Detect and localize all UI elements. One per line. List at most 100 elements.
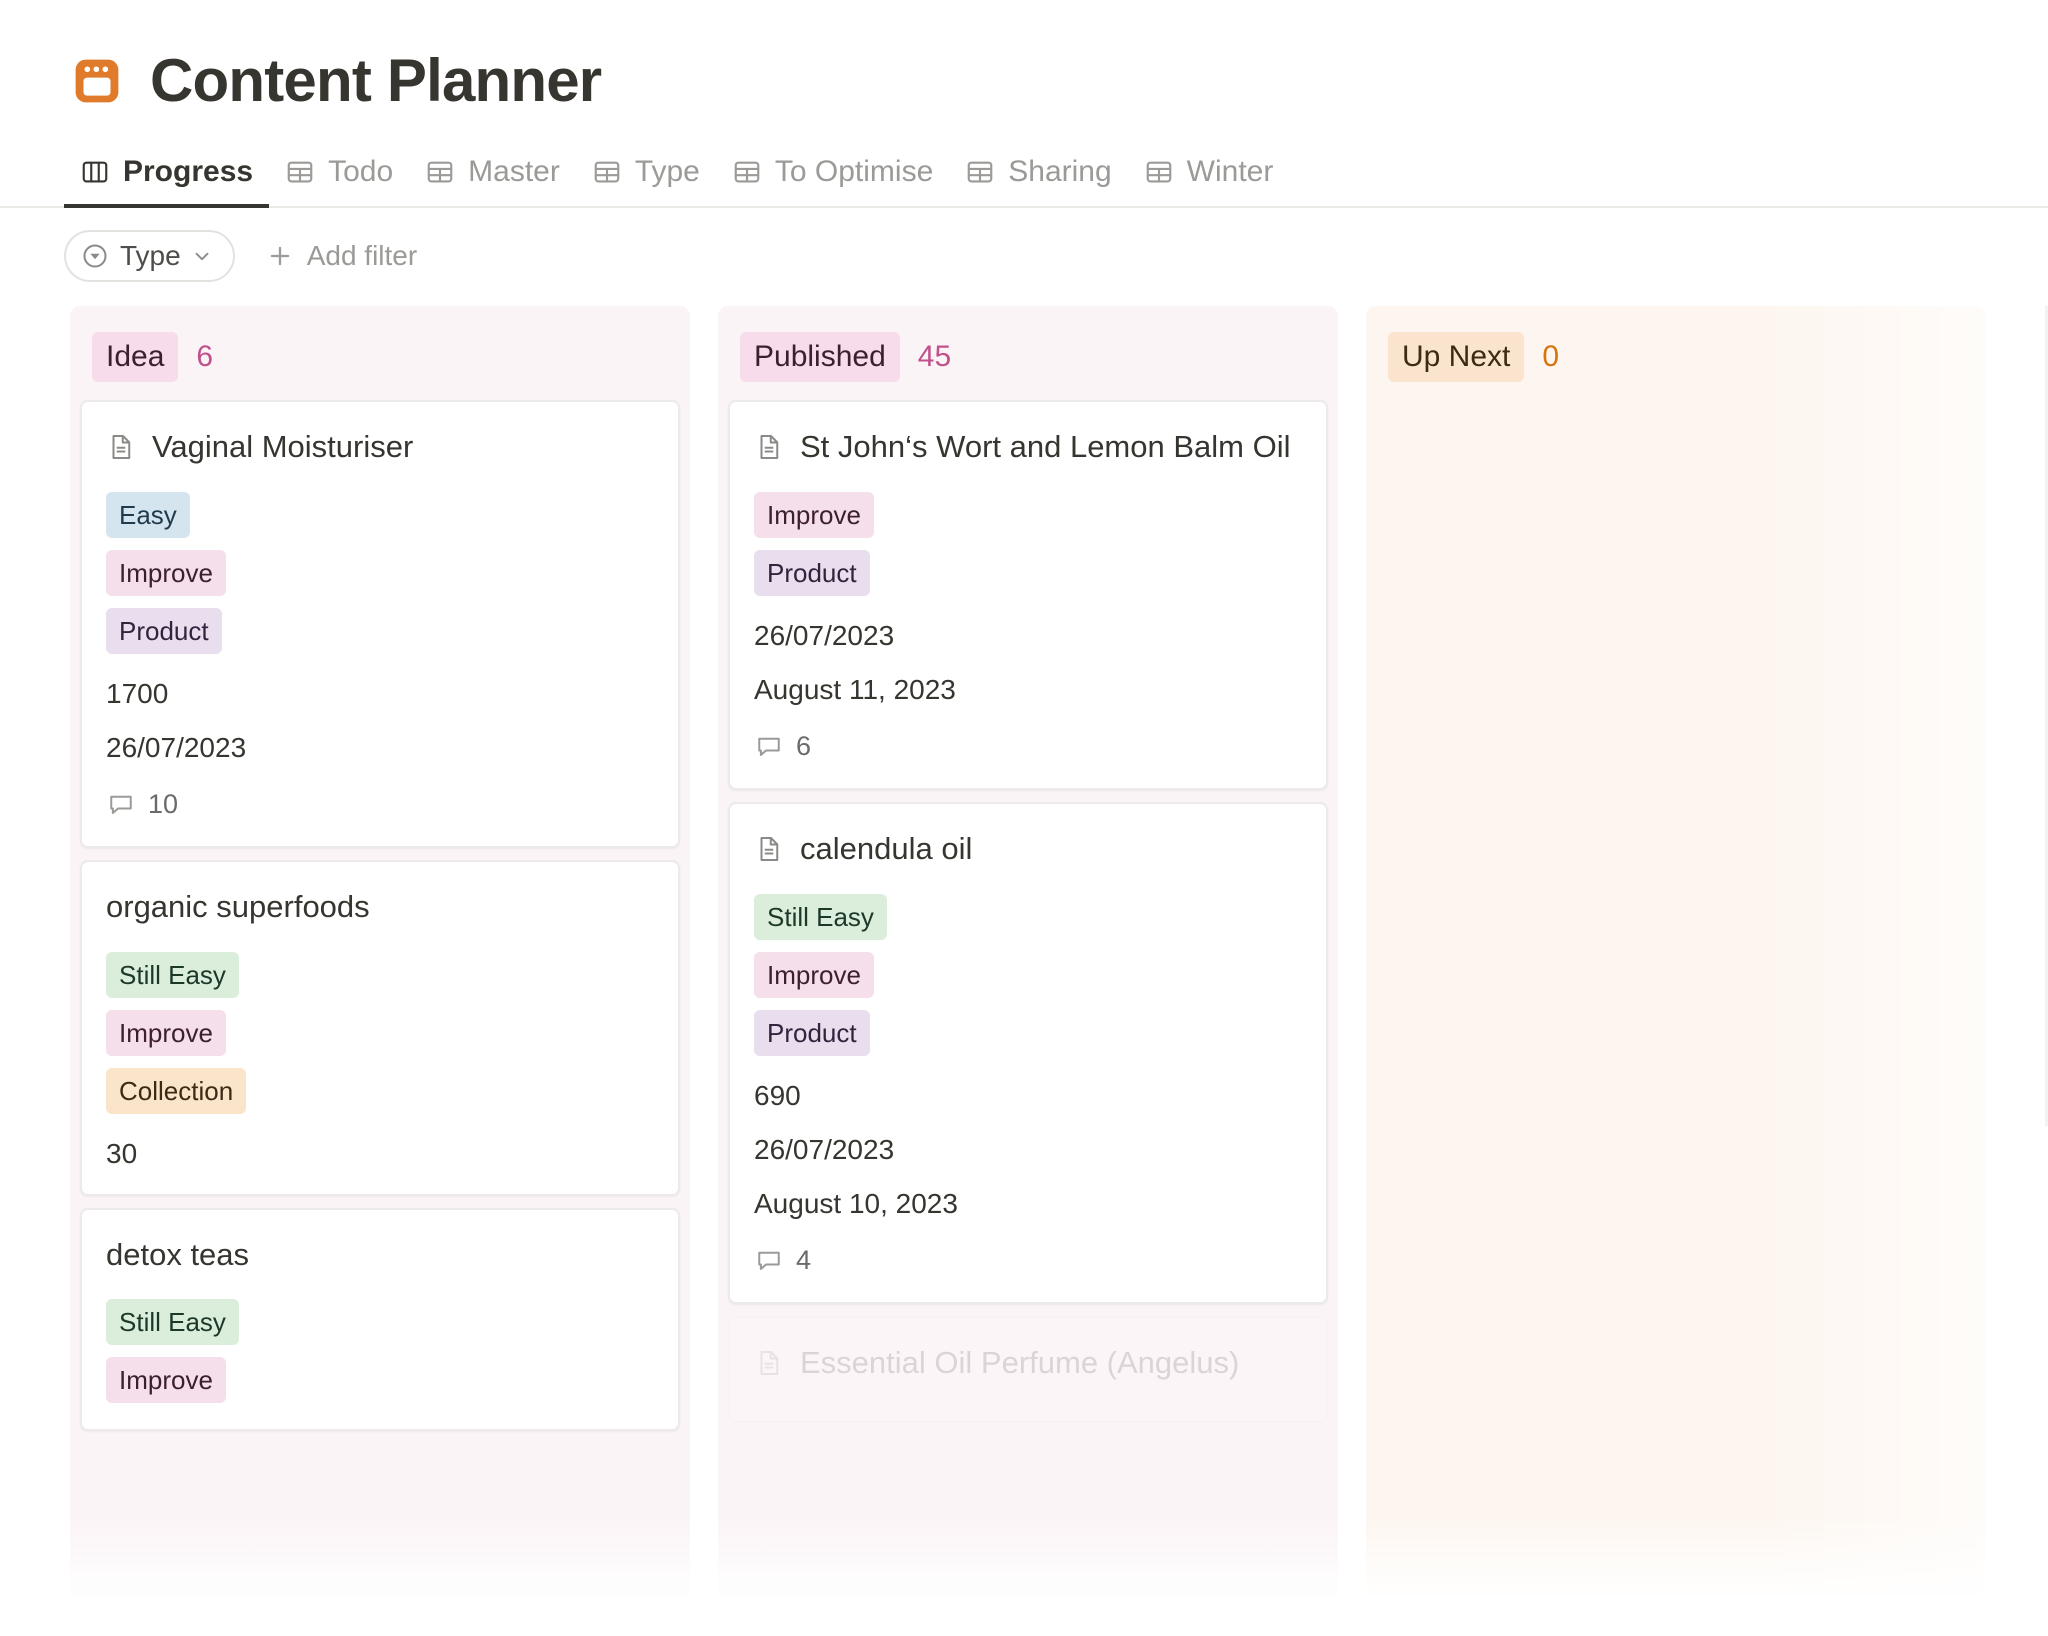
document-icon — [754, 830, 784, 864]
card-tag: Improve — [754, 491, 874, 538]
board-card[interactable]: Vaginal Moisturiser Easy Improve Product… — [80, 400, 680, 848]
card-tag-row: Still Easy — [106, 1287, 654, 1346]
card-title: St John‘s Wort and Lemon Balm Oil — [800, 429, 1291, 464]
document-icon — [754, 1344, 784, 1378]
board-card[interactable]: calendula oil Still Easy Improve Product… — [728, 801, 1328, 1304]
table-view-icon — [285, 157, 315, 187]
card-tag-row: Still Easy — [754, 882, 1302, 940]
card-property: August 11, 2023 — [754, 673, 956, 705]
table-view-icon — [425, 157, 455, 187]
board-column-published: Published 45 St John‘s Wort and Lemon Ba… — [718, 306, 1338, 1596]
board-column-idea: Idea 6 Vaginal Moisturiser Easy Improve … — [70, 306, 690, 1596]
card-tag: Improve — [106, 1357, 226, 1404]
card-tag-row: Improve — [106, 998, 654, 1056]
chevron-down-icon — [191, 245, 213, 267]
card-title-row: calendula oil — [754, 830, 1302, 868]
comment-bubble-icon — [106, 790, 136, 820]
column-header[interactable]: Idea 6 — [70, 306, 690, 400]
card-property: 30 — [106, 1137, 138, 1169]
card-comment-count[interactable]: 4 — [754, 1246, 1302, 1276]
card-tag: Product — [754, 549, 870, 596]
card-tag-row: Improve — [106, 538, 654, 596]
kanban-board: Idea 6 Vaginal Moisturiser Easy Improve … — [0, 306, 2048, 1596]
column-name-chip: Idea — [92, 332, 179, 382]
card-title: Essential Oil Perfume (Angelus) — [800, 1344, 1240, 1380]
card-property: August 10, 2023 — [754, 1187, 958, 1219]
card-comment-count[interactable]: 6 — [754, 732, 1302, 762]
tab-sharing[interactable]: Sharing — [949, 148, 1127, 208]
tab-type[interactable]: Type — [576, 148, 716, 208]
card-tag-row: Product — [106, 596, 654, 654]
column-card-count: 0 — [1542, 340, 1560, 373]
column-card-list: Vaginal Moisturiser Easy Improve Product… — [70, 400, 690, 1432]
select-property-icon — [80, 241, 110, 271]
card-title-row: detox teas — [106, 1236, 654, 1274]
card-title-row: St John‘s Wort and Lemon Balm Oil — [754, 428, 1302, 466]
card-title: calendula oil — [800, 830, 973, 866]
filter-chip-type[interactable]: Type — [64, 230, 235, 282]
card-title-row: organic superfoods — [106, 888, 654, 926]
tab-label: To Optimise — [774, 155, 934, 188]
card-title: Vaginal Moisturiser — [152, 429, 414, 464]
view-tabbar: Progress Todo Master Type To Optimise Sh… — [0, 148, 2048, 208]
tab-to-optimise[interactable]: To Optimise — [716, 148, 949, 208]
comment-count-value: 4 — [796, 1245, 812, 1276]
card-title: detox teas — [106, 1236, 250, 1272]
card-property: 690 — [754, 1079, 801, 1111]
column-name-chip: Published — [740, 332, 900, 382]
document-icon — [754, 428, 784, 462]
card-title-row: Vaginal Moisturiser — [106, 428, 654, 466]
card-property: 26/07/2023 — [754, 619, 895, 651]
tab-label: Master — [468, 155, 560, 188]
table-view-icon — [1144, 157, 1174, 187]
column-card-count: 45 — [917, 340, 952, 373]
card-tag-row: Collection — [106, 1056, 654, 1114]
card-tag-row: Improve — [754, 940, 1302, 998]
card-comment-count[interactable]: 10 — [106, 790, 654, 820]
filter-bar: Type Add filter — [0, 208, 2048, 282]
column-card-list: St John‘s Wort and Lemon Balm Oil Improv… — [718, 400, 1338, 1424]
column-header[interactable]: Published 45 — [718, 306, 1338, 400]
tab-todo[interactable]: Todo — [269, 148, 409, 208]
card-tag-row: Improve — [754, 480, 1302, 538]
card-tag-row: Product — [754, 538, 1302, 596]
board-card[interactable]: St John‘s Wort and Lemon Balm Oil Improv… — [728, 400, 1328, 790]
card-tag: Collection — [106, 1067, 247, 1114]
tab-winter[interactable]: Winter — [1128, 148, 1290, 208]
plus-icon — [265, 241, 295, 271]
column-header[interactable]: Up Next 0 — [1366, 306, 1986, 400]
card-property: 26/07/2023 — [754, 1133, 895, 1165]
comment-bubble-icon — [754, 1246, 784, 1276]
board-card[interactable]: Essential Oil Perfume (Angelus) — [728, 1315, 1328, 1424]
tab-label: Winter — [1186, 155, 1274, 188]
board-card[interactable]: detox teas Still Easy Improve — [80, 1207, 680, 1432]
card-title-row: Essential Oil Perfume (Angelus) — [754, 1344, 1302, 1382]
card-tag: Improve — [106, 549, 226, 596]
filter-chip-label: Type — [120, 240, 181, 271]
column-card-count: 6 — [196, 340, 214, 373]
card-tag: Easy — [106, 491, 190, 538]
board-card[interactable]: organic superfoods Still Easy Improve Co… — [80, 859, 680, 1196]
card-tag: Still Easy — [754, 893, 887, 940]
card-tag-row: Easy — [106, 480, 654, 538]
tab-master[interactable]: Master — [409, 148, 576, 208]
card-tag: Still Easy — [106, 1299, 239, 1346]
card-title: organic superfoods — [106, 888, 370, 924]
card-tag: Improve — [754, 951, 874, 998]
comment-count-value: 6 — [796, 731, 812, 762]
tab-progress[interactable]: Progress — [64, 148, 270, 208]
page-title: Content Planner — [150, 47, 602, 114]
column-name-chip: Up Next — [1388, 332, 1525, 382]
card-tag: Improve — [106, 1009, 226, 1056]
add-filter-label: Add filter — [306, 240, 418, 271]
tab-label: Type — [634, 155, 700, 188]
card-tag: Product — [754, 1009, 870, 1056]
table-view-icon — [965, 157, 995, 187]
tab-label: Sharing — [1008, 155, 1112, 188]
database-window-icon — [70, 54, 124, 108]
comment-bubble-icon — [754, 732, 784, 762]
board-column-up-next: Up Next 0 — [1366, 306, 1986, 1596]
card-tag: Product — [106, 607, 222, 654]
add-filter-button[interactable]: Add filter — [253, 234, 430, 278]
board-view-icon — [80, 157, 110, 187]
